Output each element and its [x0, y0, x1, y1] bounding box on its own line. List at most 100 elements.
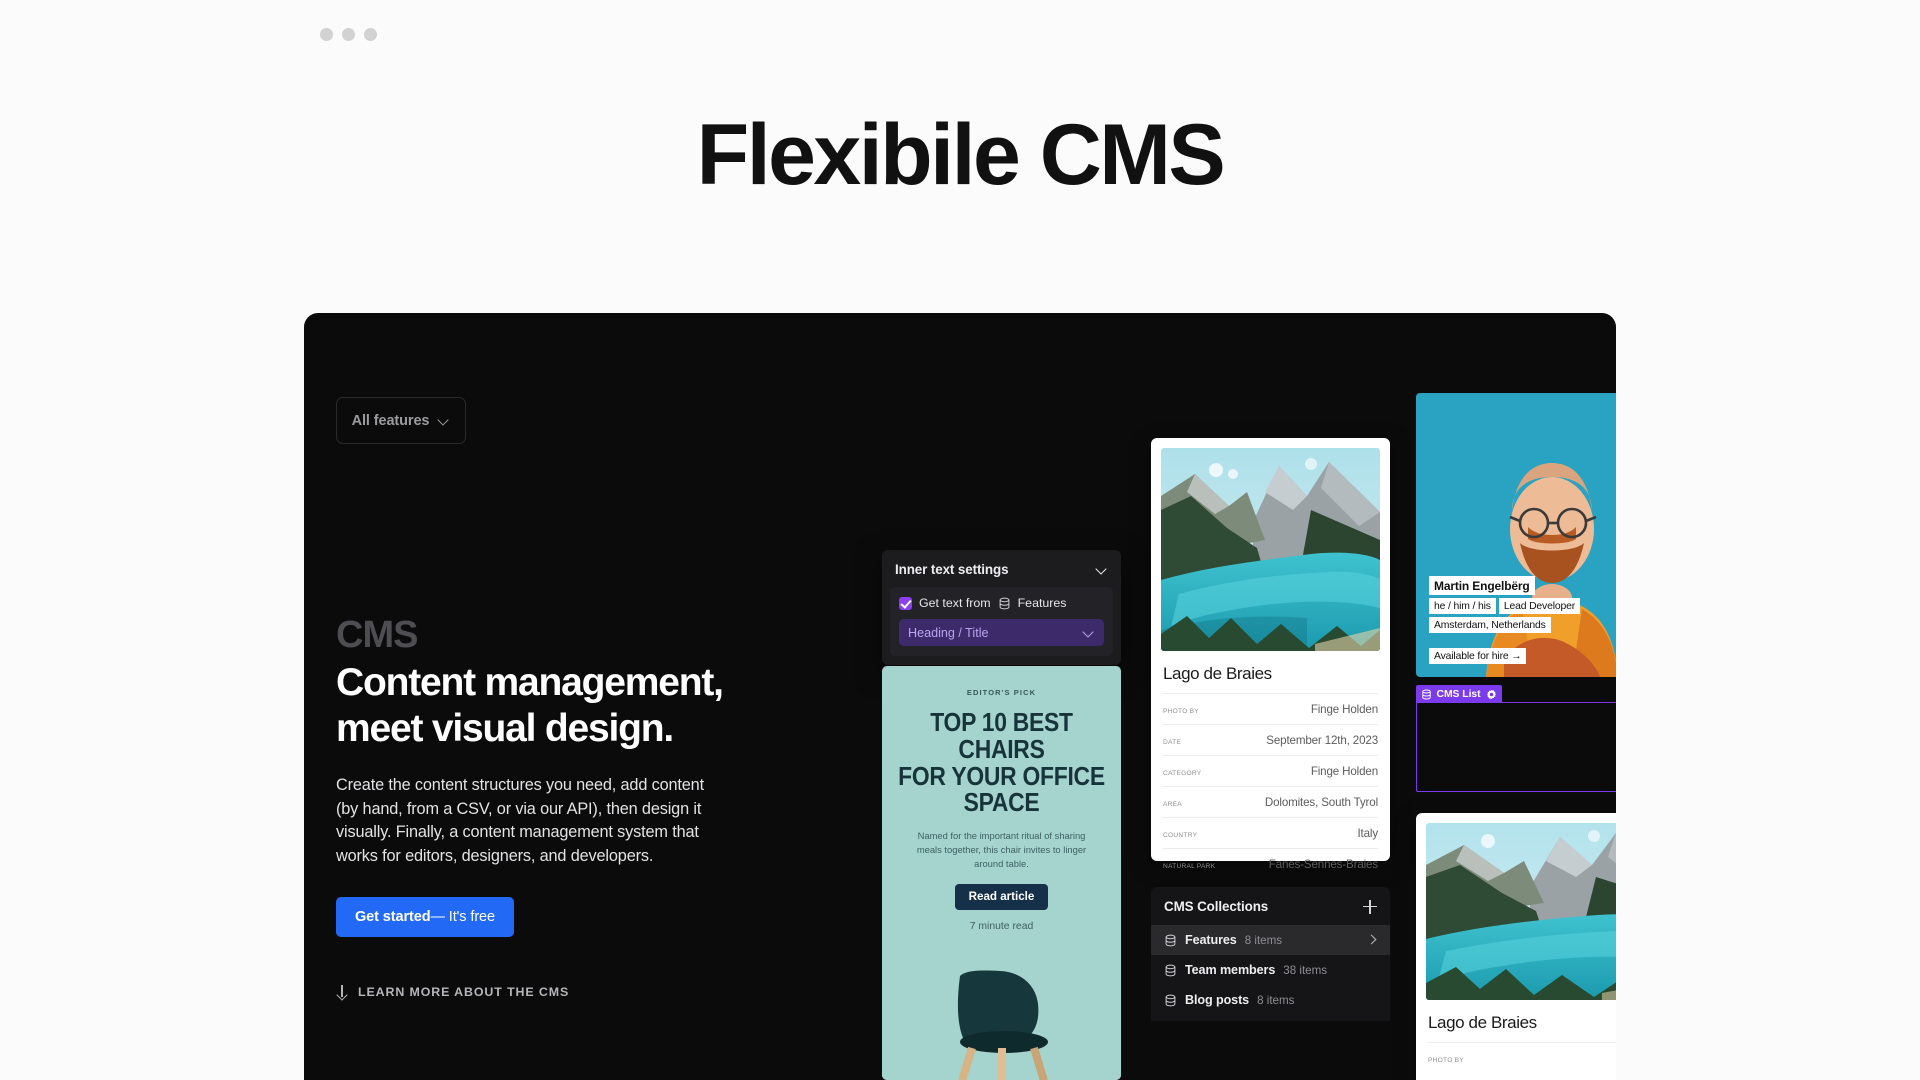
lago-card-2-fields: PHOTO BY Finge	[1428, 1042, 1616, 1073]
collection-count: 8 items	[1244, 933, 1283, 947]
field-value: Fanes-Sennes-Braies	[1268, 858, 1378, 871]
learn-more-label: LEARN MORE ABOUT THE CMS	[358, 985, 570, 1000]
editors-pick-headline-line-2: FOR YOUR OFFICE SPACE	[898, 760, 1105, 818]
window-close-button[interactable]	[320, 28, 333, 41]
learn-more-link[interactable]: LEARN MORE ABOUT THE CMS	[336, 985, 836, 999]
chevron-down-icon	[1084, 627, 1095, 638]
field-value: Finge Holden	[1310, 703, 1378, 716]
hero-heading-line-1: Content management,	[336, 660, 724, 704]
table-row: NATURAL PARK Fanes-Sennes-Braies	[1163, 848, 1378, 879]
collection-item-features[interactable]: Features 8 items	[1151, 925, 1390, 955]
get-text-from-checkbox[interactable]	[899, 596, 912, 610]
window-minimize-button[interactable]	[342, 28, 355, 41]
page-background-right	[1620, 0, 1920, 1080]
all-features-label: All features	[351, 412, 430, 429]
lake-photo-2	[1426, 823, 1616, 1000]
lago-de-braies-card-2[interactable]: Lago de Braies PHOTO BY Finge	[1416, 813, 1616, 1080]
team-member-location: Amsterdam, Netherlands	[1429, 617, 1551, 633]
field-key: NATURAL PARK	[1163, 863, 1216, 870]
table-row: PHOTO BY Finge	[1428, 1042, 1616, 1073]
field-key: AREA	[1163, 801, 1182, 808]
arrow-down-icon	[336, 985, 348, 999]
heading-title-value: Heading / Title	[908, 625, 989, 640]
field-key: PHOTO BY	[1428, 1057, 1464, 1064]
cta-rest-label: — It's free	[430, 909, 495, 926]
lago-de-braies-card[interactable]: Lago de Braies PHOTO BY Finge Holden DAT…	[1151, 438, 1390, 871]
database-icon	[1165, 994, 1176, 1006]
lago-card-2-title: Lago de Braies	[1428, 1013, 1537, 1032]
database-icon	[1165, 934, 1176, 946]
editors-pick-read-time: 7 minute read	[969, 920, 1034, 932]
lake-photo	[1161, 448, 1380, 651]
team-member-labels: Martin Engelbërg he / him / his Lead Dev…	[1429, 576, 1581, 664]
hero-section: CMS Content management, meet visual desi…	[336, 614, 836, 999]
chevron-down-icon[interactable]	[1097, 564, 1108, 575]
browser-window: All features CMS Content management, mee…	[304, 313, 1616, 1080]
get-text-from-source: Features	[1017, 596, 1067, 610]
database-icon	[1421, 688, 1431, 700]
chevron-right-icon[interactable]	[1367, 935, 1377, 945]
get-text-from-row: Get text from Features	[899, 596, 1104, 610]
collection-name: Blog posts	[1185, 993, 1250, 1007]
table-row: PHOTO BY Finge Holden	[1163, 693, 1378, 724]
table-row: CATEGORY Finge Holden	[1163, 755, 1378, 786]
cms-list-badge-label: CMS List	[1436, 688, 1481, 700]
field-value: Italy	[1357, 827, 1378, 840]
editors-pick-description: Named for the important ritual of sharin…	[916, 830, 1087, 869]
field-value: Finge Holden	[1310, 765, 1378, 778]
table-row: DATE September 12th, 2023	[1163, 724, 1378, 755]
collection-count: 38 items	[1283, 963, 1328, 977]
window-titlebar	[304, 313, 1616, 359]
chevron-down-icon	[439, 415, 450, 426]
hero-eyebrow: CMS	[336, 614, 418, 656]
lago-card-title: Lago de Braies	[1163, 664, 1272, 683]
team-member-card[interactable]: Martin Engelbërg he / him / his Lead Dev…	[1416, 393, 1616, 677]
get-started-button[interactable]: Get started — It's free	[336, 897, 514, 938]
collection-name: Team members	[1185, 963, 1276, 977]
inner-text-settings-body: Get text from Features Heading / Title	[890, 587, 1113, 656]
field-key: DATE	[1163, 739, 1182, 746]
inner-text-settings-panel: Inner text settings Get text from Featur…	[882, 550, 1121, 665]
team-member-name: Martin Engelbërg	[1429, 576, 1535, 595]
field-key: PHOTO BY	[1163, 708, 1199, 715]
collection-item-team-members[interactable]: Team members 38 items	[1151, 955, 1390, 985]
all-features-dropdown[interactable]: All features	[336, 397, 466, 444]
inner-text-settings-title: Inner text settings	[895, 562, 1009, 577]
collection-name: Features	[1185, 933, 1237, 947]
hero-heading: Content management, meet visual design.	[336, 660, 836, 752]
table-row: COUNTRY Italy	[1163, 817, 1378, 848]
collection-count: 8 items	[1257, 993, 1295, 1007]
table-row: AREA Dolomites, South Tyrol	[1163, 786, 1378, 817]
editors-pick-eyebrow: EDITOR'S PICK	[966, 688, 1037, 697]
inner-text-settings-header[interactable]: Inner text settings	[882, 559, 1121, 587]
read-article-button[interactable]: Read article	[954, 883, 1049, 910]
get-text-from-label: Get text from	[919, 596, 991, 610]
team-member-pronouns: he / him / his	[1429, 598, 1496, 614]
database-icon	[1165, 964, 1176, 976]
cms-collections-header: CMS Collections	[1151, 887, 1390, 925]
database-icon	[999, 597, 1009, 609]
cta-strong-label: Get started	[355, 909, 431, 926]
available-for-hire-link[interactable]: Available for hire →	[1429, 648, 1527, 664]
collection-item-blog-posts[interactable]: Blog posts 8 items	[1151, 985, 1390, 1015]
team-member-role: Lead Developer	[1498, 598, 1581, 614]
editors-pick-card[interactable]: EDITOR'S PICK TOP 10 BEST CHAIRS FOR YOU…	[882, 666, 1121, 1080]
field-value: Dolomites, South Tyrol	[1264, 796, 1378, 809]
cms-list-selection[interactable]: CMS List	[1415, 685, 1616, 792]
plus-icon[interactable]	[1363, 899, 1377, 914]
window-zoom-button[interactable]	[364, 28, 377, 41]
editors-pick-headline-line-1: TOP 10 BEST CHAIRS	[930, 707, 1073, 764]
field-key: COUNTRY	[1163, 832, 1198, 839]
team-member-meta-row: he / him / his Lead Developer	[1429, 598, 1581, 614]
editors-pick-headline: TOP 10 BEST CHAIRS FOR YOUR OFFICE SPACE	[896, 709, 1106, 816]
heading-title-select[interactable]: Heading / Title	[899, 619, 1104, 646]
gear-icon[interactable]	[1486, 689, 1497, 700]
field-key: CATEGORY	[1163, 770, 1202, 777]
cms-collections-title: CMS Collections	[1164, 899, 1269, 914]
hero-heading-line-2: meet visual design.	[336, 706, 674, 750]
cms-collections-panel: CMS Collections Features 8 items Team me…	[1151, 887, 1390, 1021]
chair-photo	[882, 960, 1121, 1080]
cms-list-badge[interactable]: CMS List	[1415, 685, 1502, 703]
lago-card-fields: PHOTO BY Finge Holden DATE September 12t…	[1163, 693, 1378, 879]
field-value: September 12th, 2023	[1266, 734, 1378, 747]
